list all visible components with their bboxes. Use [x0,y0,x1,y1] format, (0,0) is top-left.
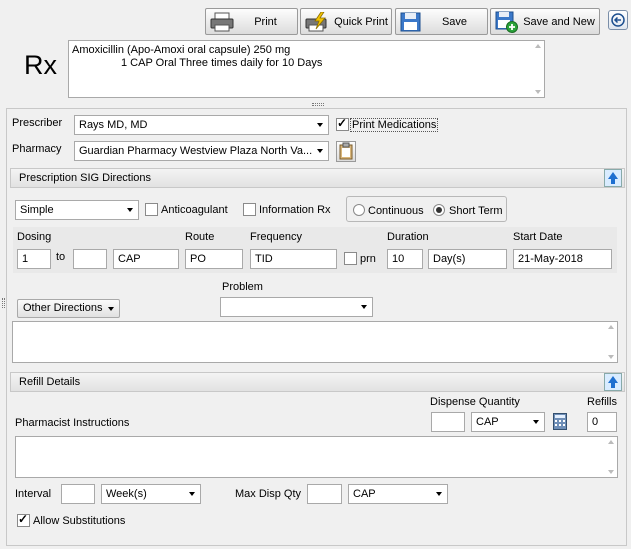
other-directions-textarea[interactable] [12,321,618,363]
interval-input[interactable] [61,484,95,504]
pharmacist-instructions-scrollbar[interactable] [605,437,617,477]
duration-input[interactable]: 10 [387,249,423,269]
quick-print-button[interactable]: Quick Print [300,8,392,35]
print-medications-checkbox[interactable] [336,116,349,131]
prn-label: prn [360,253,376,265]
dosing-to-label: to [56,251,66,263]
interval-label: Interval [15,488,52,500]
clipboard-icon [339,142,353,160]
anticoagulant-label: Anticoagulant [161,204,228,216]
rx-summary-scrollbar[interactable] [532,41,544,97]
allow-substitutions-checkbox[interactable] [17,512,30,527]
prescriber-select[interactable]: Rays MD, MD [74,115,329,135]
information-rx-checkbox[interactable] [243,203,256,216]
splitter-grip[interactable] [312,103,324,106]
dispense-quantity-input[interactable] [431,412,465,432]
anticoagulant-checkbox[interactable] [145,203,158,216]
floppy-save-icon [400,12,421,31]
problem-select[interactable] [220,297,373,317]
pharmacy-label: Pharmacy [12,143,62,155]
pharmacy-lookup-button[interactable] [336,141,356,162]
duration-unit-input[interactable]: Day(s) [428,249,507,269]
save-new-icon [495,11,518,33]
back-button[interactable] [608,10,628,30]
frequency-input[interactable]: TID [250,249,337,269]
save-and-new-label: Save and New [523,15,595,28]
side-grip[interactable] [2,298,5,308]
dosing-label: Dosing [17,231,52,243]
print-label: Print [254,15,277,28]
other-directions-label: Other Directions [23,302,103,314]
prn-checkbox[interactable] [344,252,357,265]
sig-mode-select[interactable]: Simple [15,200,139,220]
refill-section-header: Refill Details [10,372,625,392]
start-date-input[interactable]: 21-May-2018 [513,249,612,269]
pharmacist-instructions-textarea[interactable] [15,436,618,478]
quick-print-icon [305,11,327,31]
max-disp-qty-label: Max Disp Qty [235,488,302,500]
calculator-icon [553,413,567,430]
short-term-radio[interactable] [433,204,445,216]
route-input[interactable]: PO [185,249,243,269]
collapse-refill-icon[interactable] [604,373,622,391]
refills-input[interactable]: 0 [587,412,617,432]
duration-label: Duration [387,231,429,243]
calculator-button[interactable] [553,413,567,430]
other-directions-dropdown[interactable]: Other Directions [17,299,120,318]
other-directions-scrollbar[interactable] [605,322,617,362]
collapse-sig-icon[interactable] [604,169,622,187]
continuous-radio[interactable] [353,204,365,216]
print-medications-label: Print Medications [350,118,439,132]
interval-unit-select[interactable]: Week(s) [101,484,201,504]
max-disp-unit-select[interactable]: CAP [348,484,448,504]
problem-label: Problem [222,281,263,293]
save-and-new-button[interactable]: Save and New [490,8,600,35]
save-button[interactable]: Save [395,8,488,35]
frequency-label: Frequency [250,231,302,243]
start-date-label: Start Date [513,231,563,243]
pharmacist-instructions-label: Pharmacist Instructions [15,417,130,429]
save-label: Save [441,15,468,28]
chevron-down-icon [108,307,114,311]
print-button[interactable]: Print [205,8,298,35]
printer-icon [210,12,234,31]
max-disp-qty-input[interactable] [307,484,342,504]
information-rx-label: Information Rx [259,204,331,216]
allow-substitutions-label: Allow Substitutions [33,515,126,527]
rx-summary-line1: Amoxicillin (Apo-Amoxi oral capsule) 250… [72,44,291,56]
quick-print-label: Quick Print [334,15,388,28]
dosing-from-input[interactable]: 1 [17,249,51,269]
rx-summary-line2: 1 CAP Oral Three times daily for 10 Days [121,57,323,69]
dosing-unit-input[interactable]: CAP [113,249,179,269]
back-arrow-icon [611,13,625,27]
dispense-unit-select[interactable]: CAP [471,412,545,432]
dosing-to-input[interactable] [73,249,107,269]
short-term-label: Short Term [449,205,503,217]
rx-label: Rx [24,50,57,80]
prescriber-label: Prescriber [12,117,63,129]
dispense-quantity-label: Dispense Quantity [430,396,520,408]
continuous-label: Continuous [368,205,424,217]
pharmacy-select[interactable]: Guardian Pharmacy Westview Plaza North V… [74,141,329,161]
refills-label: Refills [587,396,617,408]
route-label: Route [185,231,215,243]
rx-summary-box: Amoxicillin (Apo-Amoxi oral capsule) 250… [68,40,545,98]
sig-section-header: Prescription SIG Directions [10,168,625,188]
